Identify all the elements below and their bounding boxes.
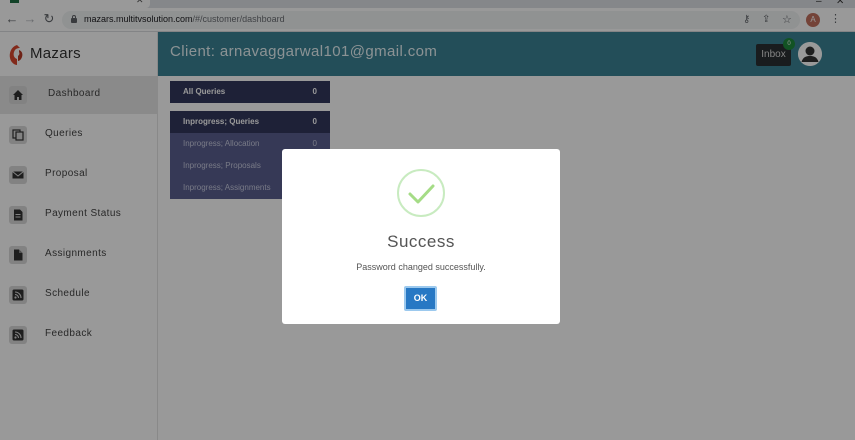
ok-button[interactable]: OK: [404, 286, 437, 311]
success-modal: Success Password changed successfully. O…: [282, 149, 560, 324]
modal-message: Password changed successfully.: [356, 262, 486, 272]
modal-title: Success: [387, 232, 455, 251]
success-check-icon: [397, 169, 445, 217]
modal-backdrop[interactable]: Success Password changed successfully. O…: [0, 0, 855, 440]
